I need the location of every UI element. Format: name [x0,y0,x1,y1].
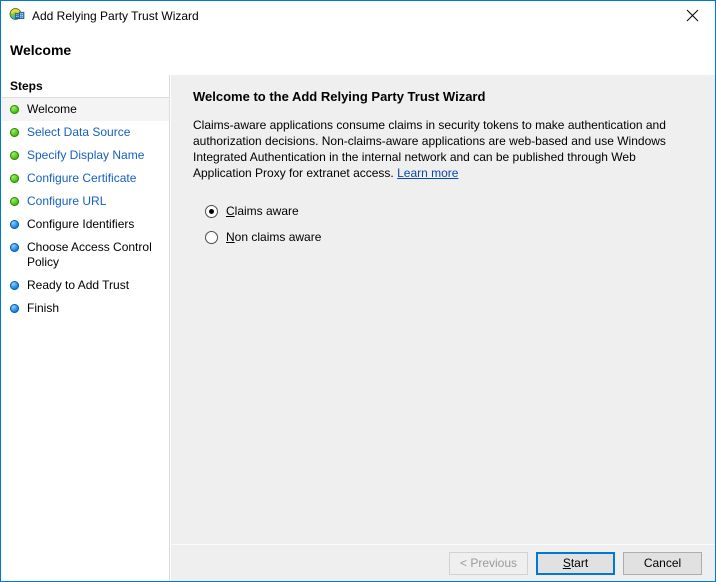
start-button-label: Start [563,556,588,570]
page-header: Welcome [2,30,715,75]
radio-label: Non claims aware [226,230,321,245]
radio-non-claims-aware[interactable]: Non claims aware [205,225,697,250]
radio-access-key: N [226,230,235,244]
step-bullet-icon [10,105,19,114]
steps-header: Steps [2,75,169,98]
radio-label-rest: on claims aware [234,230,322,244]
cancel-button[interactable]: Cancel [623,551,702,575]
sidebar-item-choose-access-control-policy: Choose Access Control Policy [2,236,169,274]
title-bar: Add Relying Party Trust Wizard [1,1,715,30]
step-bullet-icon [10,220,19,229]
sidebar-item-label: Ready to Add Trust [27,278,130,292]
sidebar-item-label: Configure Certificate [27,171,137,185]
sidebar-item-label: Welcome [27,102,77,116]
steps-sidebar: Steps Welcome Select Data Source Specify… [2,75,170,581]
step-bullet-icon [10,128,19,137]
content-area: Welcome to the Add Relying Party Trust W… [171,75,715,544]
radio-unselected-icon [205,231,218,244]
main-panel: Welcome to the Add Relying Party Trust W… [171,75,715,581]
step-bullet-icon [10,243,19,252]
federation-globe-icon [9,7,25,24]
sidebar-item-finish: Finish [2,297,169,320]
radio-selected-icon [205,205,218,218]
radio-label-rest: laims aware [234,204,299,218]
radio-claims-aware[interactable]: Claims aware [205,199,697,224]
learn-more-link[interactable]: Learn more [397,166,458,180]
start-button[interactable]: Start [536,551,615,575]
close-button[interactable] [670,1,715,30]
start-label-rest: tart [570,556,589,570]
sidebar-item-label: Specify Display Name [27,148,145,162]
radio-access-key: C [226,204,235,218]
sidebar-item-label: Configure Identifiers [27,217,135,231]
sidebar-item-label: Choose Access Control Policy [27,240,152,269]
content-paragraph: Claims-aware applications consume claims… [193,117,673,181]
start-access-key: S [562,556,571,570]
window-title: Add Relying Party Trust Wizard [32,8,199,23]
step-bullet-icon [10,197,19,206]
sidebar-item-configure-certificate[interactable]: Configure Certificate [2,167,169,190]
step-bullet-icon [10,151,19,160]
sidebar-item-configure-url[interactable]: Configure URL [2,190,169,213]
previous-button[interactable]: < Previous [449,551,528,575]
page-title: Welcome [10,42,72,58]
step-bullet-icon [10,281,19,290]
sidebar-item-ready-to-add-trust: Ready to Add Trust [2,274,169,297]
content-heading: Welcome to the Add Relying Party Trust W… [193,89,486,104]
claims-awareness-radio-group: Claims aware Non claims aware [205,199,697,250]
step-bullet-icon [10,304,19,313]
step-bullet-icon [10,174,19,183]
footer-button-bar: < Previous Start Cancel [171,544,715,581]
sidebar-item-label: Configure URL [27,194,107,208]
sidebar-item-label: Finish [27,301,60,315]
close-icon [686,9,699,22]
wizard-window: Add Relying Party Trust Wizard Welcome S… [0,0,716,582]
steps-header-label: Steps [10,79,43,93]
sidebar-item-label: Select Data Source [27,125,131,139]
sidebar-item-specify-display-name[interactable]: Specify Display Name [2,144,169,167]
body-area: Steps Welcome Select Data Source Specify… [2,75,715,581]
sidebar-item-welcome[interactable]: Welcome [2,98,169,121]
sidebar-item-configure-identifiers: Configure Identifiers [2,213,169,236]
sidebar-item-select-data-source[interactable]: Select Data Source [2,121,169,144]
radio-label: Claims aware [226,204,299,219]
